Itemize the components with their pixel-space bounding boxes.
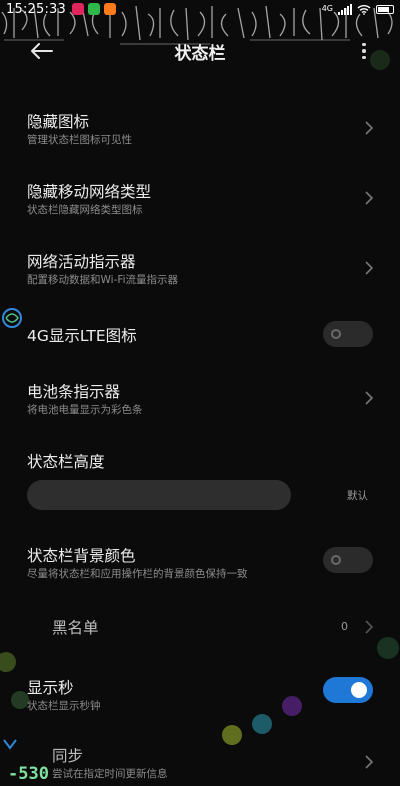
video-app-icon [104,3,116,15]
setting-title: 隐藏图标 [27,113,90,131]
setting-sync[interactable]: 同步 尝试在指定时间更新信息 [0,742,400,782]
status-bar-height-slider[interactable] [27,480,291,510]
setting-subtitle: 管理状态栏图标可见性 [27,134,132,146]
setting-subtitle: 将电池电量显示为彩色条 [27,404,143,416]
status-indicators: 4G [321,3,394,15]
setting-title: 电池条指示器 [27,383,121,401]
blacklist-count: 0 [341,620,348,633]
system-status-bar: 15:25:33 4G [0,0,400,18]
setting-blacklist[interactable]: 黑名单 0 [0,612,400,642]
more-options-button[interactable] [354,37,374,65]
setting-subtitle: 尝试在指定时间更新信息 [52,768,168,780]
setting-hide-network-type[interactable]: 隐藏移动网络类型 状态栏隐藏网络类型图标 [0,176,400,222]
setting-title: 状态栏背景颜色 [27,547,136,565]
signal-icon [338,3,352,15]
status-bar-height-value: 默认 [347,490,368,502]
setting-show-seconds[interactable]: 显示秒 状态栏显示秒钟 [0,672,400,718]
setting-subtitle: 状态栏显示秒钟 [27,700,101,712]
tiktok-icon [72,3,84,15]
lte-icon-toggle[interactable] [323,321,373,347]
setting-subtitle: 尽量将状态栏和应用操作栏的背景颜色保持一致 [27,568,248,580]
status-time: 15:25:33 [6,1,66,17]
setting-battery-bar-indicator[interactable]: 电池条指示器 将电池电量显示为彩色条 [0,376,400,422]
background-color-toggle[interactable] [323,547,373,573]
more-vertical-icon [362,42,366,47]
setting-title: 显示秒 [27,679,74,697]
setting-title: 4G显示LTE图标 [27,327,137,345]
setting-title: 隐藏移动网络类型 [27,183,152,201]
setting-title: 网络活动指示器 [27,253,136,271]
chevron-right-icon [364,619,374,635]
setting-subtitle: 配置移动数据和Wi-Fi流量指示器 [27,274,179,286]
phone-app-icon [88,3,100,15]
chevron-right-icon [364,390,374,406]
status-bar-height-title: 状态栏高度 [27,453,105,471]
setting-hide-icons[interactable]: 隐藏图标 管理状态栏图标可见性 [0,106,400,152]
toggle-knob [351,682,367,698]
setting-title: 同步 [52,747,84,765]
wifi-icon [357,4,371,15]
setting-background-color[interactable]: 状态栏背景颜色 尽量将状态栏和应用操作栏的背景颜色保持一致 [0,540,400,586]
chevron-right-icon [364,754,374,770]
network-type-label: 4G [321,4,333,13]
chevron-right-icon [364,120,374,136]
show-seconds-toggle[interactable] [323,677,373,703]
setting-title: 黑名单 [52,619,99,637]
setting-network-activity-indicator[interactable]: 网络活动指示器 配置移动数据和Wi-Fi流量指示器 [0,246,400,292]
toggle-knob [331,555,341,565]
setting-4g-lte-icon[interactable]: 4G显示LTE图标 [0,318,400,350]
setting-subtitle: 状态栏隐藏网络类型图标 [27,204,143,216]
overlay-counter: -530 [8,764,49,784]
app-header: 状态栏 [0,24,400,78]
page-title: 状态栏 [174,44,226,64]
battery-icon [376,4,394,14]
toggle-knob [331,329,341,339]
chevron-right-icon [364,260,374,276]
chevron-right-icon [364,190,374,206]
